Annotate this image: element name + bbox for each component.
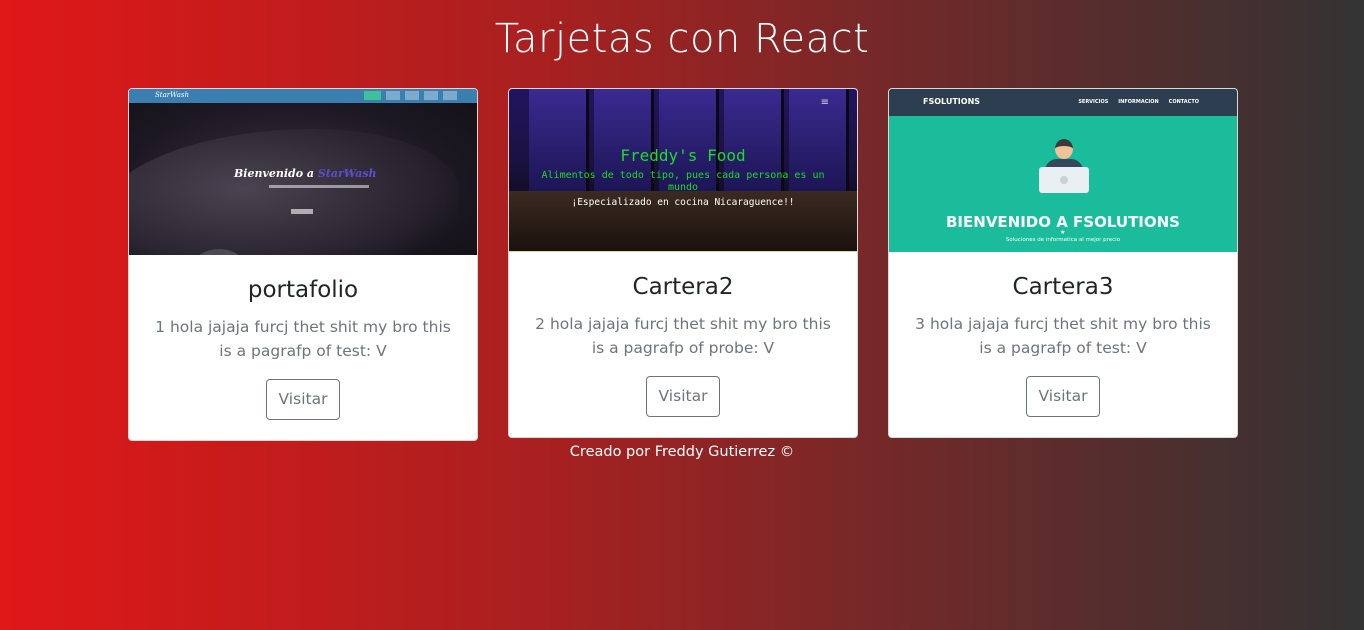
- thumbnail-navbar: FSOLUTIONS SERVICIOS INFORMACION CONTACT…: [889, 89, 1237, 116]
- thumbnail-navbar: StarWash: [129, 89, 477, 103]
- card-title: Cartera3: [1012, 274, 1114, 300]
- page-title: Tarjetas con React: [494, 16, 870, 62]
- card-cartera3: FSOLUTIONS SERVICIOS INFORMACION CONTACT…: [888, 88, 1238, 438]
- thumbnail-heading: Freddy's Food: [620, 146, 746, 165]
- visitar-button[interactable]: Visitar: [645, 376, 721, 417]
- card-title: Cartera2: [632, 274, 734, 300]
- thumbnail-subtitle: [269, 185, 369, 188]
- card-text: 1 hola jajaja furcj thet shit my bro thi…: [155, 318, 451, 360]
- person-laptop-icon: [1039, 139, 1089, 201]
- card-thumbnail-starwash[interactable]: StarWash Bienvenido a StarWash: [129, 89, 477, 255]
- card-portafolio: StarWash Bienvenido a StarWash portafoli…: [128, 88, 478, 441]
- thumbnail-nav-links: SERVICIOS INFORMACION CONTACTO: [1078, 99, 1199, 105]
- star-icon: ★: [1060, 229, 1066, 236]
- card-cartera2: ≡ Freddy's Food Alimentos de todo tipo, …: [508, 88, 858, 438]
- card-thumbnail-fsolutions[interactable]: FSOLUTIONS SERVICIOS INFORMACION CONTACT…: [889, 89, 1237, 252]
- hamburger-menu-icon: ≡: [820, 97, 829, 108]
- card-thumbnail-freddys-food[interactable]: ≡ Freddy's Food Alimentos de todo tipo, …: [509, 89, 857, 252]
- card-text: 3 hola jajaja furcj thet shit my bro thi…: [915, 315, 1211, 357]
- card-title: portafolio: [247, 277, 359, 303]
- thumbnail-brand: FSOLUTIONS: [923, 97, 981, 106]
- card-text: 2 hola jajaja furcj thet shit my bro thi…: [535, 315, 831, 357]
- visitar-button[interactable]: Visitar: [265, 379, 341, 420]
- thumbnail-brand: StarWash: [155, 91, 189, 99]
- visitar-button[interactable]: Visitar: [1025, 376, 1101, 417]
- thumbnail-button: [291, 209, 313, 214]
- car-image: [129, 129, 459, 255]
- thumbnail-description: Alimentos de todo tipo, pues cada person…: [541, 170, 825, 193]
- thumbnail-hero-text: Bienvenido a StarWash: [234, 167, 377, 180]
- thumbnail-tagline: Soluciones de informatica al mejor preci…: [1005, 237, 1121, 243]
- footer-credit: Creado por Freddy Gutierrez ©: [569, 444, 795, 460]
- thumbnail-nav-links: [364, 91, 457, 100]
- thumbnail-specialty: ¡Especializado en cocina Nicaraguence!!: [571, 197, 795, 208]
